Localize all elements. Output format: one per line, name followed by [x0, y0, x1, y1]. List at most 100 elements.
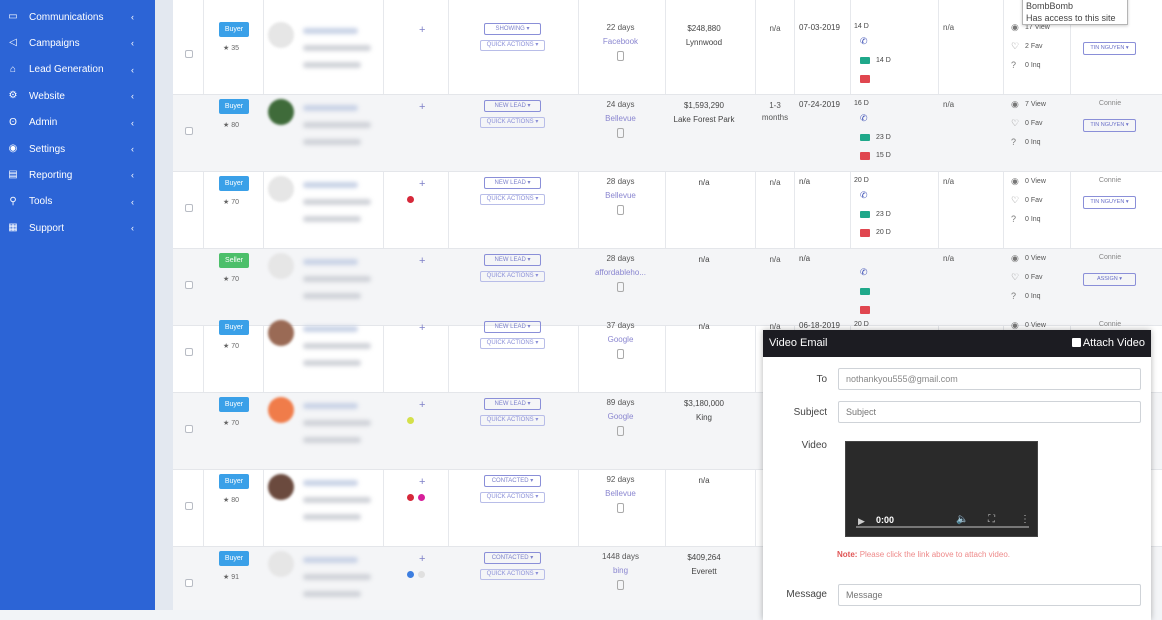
assign-agent-dropdown[interactable]: ASSIGN ▾	[1083, 273, 1136, 286]
chat-icon[interactable]	[860, 152, 870, 160]
sidebar-item-admin[interactable]: ʘ Admin ‹	[0, 110, 155, 136]
quick-actions-dropdown[interactable]: QUICK ACTIONS ▾	[480, 492, 545, 503]
lead-name-blurred[interactable]	[303, 259, 358, 265]
lead-name-blurred[interactable]	[303, 326, 358, 332]
lead-detail-blurred	[303, 216, 361, 222]
lead-score: ★ 35	[223, 45, 240, 52]
row-checkbox[interactable]	[185, 204, 193, 212]
area: Everett	[691, 567, 717, 576]
lead-name-blurred[interactable]	[303, 403, 358, 409]
add-tag-button[interactable]: +	[419, 255, 425, 267]
row-checkbox[interactable]	[185, 127, 193, 135]
lead-source[interactable]: Bellevue	[593, 114, 648, 123]
lead-source[interactable]: Facebook	[593, 37, 648, 46]
avatar	[268, 551, 294, 577]
add-tag-button[interactable]: +	[419, 24, 425, 36]
quick-actions-dropdown[interactable]: QUICK ACTIONS ▾	[480, 415, 545, 426]
sidebar-item-reporting[interactable]: ▤ Reporting ‹	[0, 162, 155, 188]
quick-actions-dropdown[interactable]: QUICK ACTIONS ▾	[480, 117, 545, 128]
more-options-icon[interactable]: ⋮	[1020, 514, 1030, 525]
row-checkbox[interactable]	[185, 579, 193, 587]
lead-source[interactable]: affordablehо...	[593, 268, 648, 277]
phone-icon[interactable]: ✆	[860, 267, 868, 278]
email-icon[interactable]	[860, 288, 870, 295]
volume-icon[interactable]: 🔈	[956, 514, 968, 525]
lead-status-dropdown[interactable]: NEW LEAD ▾	[484, 398, 541, 410]
avatar	[268, 22, 294, 48]
chat-icon[interactable]	[860, 306, 870, 314]
lead-name-blurred[interactable]	[303, 28, 358, 34]
lead-source[interactable]: bing	[593, 566, 648, 575]
row-checkbox[interactable]	[185, 348, 193, 356]
add-tag-button[interactable]: +	[419, 101, 425, 113]
sidebar-item-communications[interactable]: ▭ Communications ‹	[0, 4, 155, 30]
price-range: n/a	[698, 476, 710, 485]
fullscreen-icon[interactable]: ⛶	[988, 514, 995, 525]
tag-dot	[407, 571, 414, 578]
row-checkbox[interactable]	[185, 502, 193, 510]
quick-actions-dropdown[interactable]: QUICK ACTIONS ▾	[480, 194, 545, 205]
assign-agent-dropdown[interactable]: TIN NGUYEN ▾	[1083, 119, 1136, 132]
lead-status-dropdown[interactable]: CONTACTED ▾	[484, 552, 541, 564]
lead-age: 89 days	[606, 398, 635, 407]
quick-actions-dropdown[interactable]: QUICK ACTIONS ▾	[480, 338, 545, 349]
lead-status-dropdown[interactable]: NEW LEAD ▾	[484, 100, 541, 112]
add-tag-button[interactable]: +	[419, 553, 425, 565]
sidebar-item-settings[interactable]: ◉ Settings ‹	[0, 136, 155, 162]
lead-source[interactable]: Google	[593, 335, 648, 344]
subject-field[interactable]	[838, 401, 1141, 423]
mobile-icon	[617, 580, 624, 590]
quick-actions-dropdown[interactable]: QUICK ACTIONS ▾	[480, 569, 545, 580]
modal-header: Video Email Attach Video	[763, 330, 1151, 357]
chat-icon[interactable]	[860, 75, 870, 83]
video-email-modal: Video Email Attach Video To Subject Vide…	[763, 330, 1151, 620]
phone-icon[interactable]: ✆	[860, 190, 868, 201]
chat-icon[interactable]	[860, 229, 870, 237]
quick-actions-dropdown[interactable]: QUICK ACTIONS ▾	[480, 40, 545, 51]
sidebar-item-campaigns[interactable]: ◁ Campaigns ‹	[0, 30, 155, 56]
lead-status-dropdown[interactable]: SHOWING ▾	[484, 23, 541, 35]
lead-detail-blurred	[303, 45, 371, 51]
row-checkbox[interactable]	[185, 281, 193, 289]
message-field[interactable]	[838, 584, 1141, 606]
quick-actions-dropdown[interactable]: QUICK ACTIONS ▾	[480, 271, 545, 282]
lead-name-blurred[interactable]	[303, 480, 358, 486]
settings-icon: ◉	[8, 143, 18, 154]
to-field[interactable]	[838, 368, 1141, 390]
sidebar-item-tools[interactable]: ⚲ Tools ‹	[0, 189, 155, 215]
lead-status-dropdown[interactable]: NEW LEAD ▾	[484, 254, 541, 266]
lead-name-blurred[interactable]	[303, 182, 358, 188]
add-tag-button[interactable]: +	[419, 476, 425, 488]
sidebar-item-website[interactable]: ⚙ Website ‹	[0, 83, 155, 109]
lead-status-dropdown[interactable]: CONTACTED ▾	[484, 475, 541, 487]
email-icon[interactable]	[860, 134, 870, 141]
email-icon[interactable]	[860, 211, 870, 218]
assigned-agent-name: Connie	[1098, 254, 1122, 261]
lead-status-dropdown[interactable]: NEW LEAD ▾	[484, 177, 541, 189]
chevron-left-icon: ‹	[131, 91, 134, 102]
add-tag-button[interactable]: +	[419, 322, 425, 334]
lead-name-blurred[interactable]	[303, 557, 358, 563]
add-tag-button[interactable]: +	[419, 178, 425, 190]
phone-icon[interactable]: ✆	[860, 36, 868, 47]
lead-source[interactable]: Bellevue	[593, 191, 648, 200]
add-tag-button[interactable]: +	[419, 399, 425, 411]
video-player[interactable]: ▶ 0:00 🔈 ⛶ ⋮	[845, 441, 1038, 537]
lead-source[interactable]: Google	[593, 412, 648, 421]
video-progress-bar[interactable]	[856, 526, 1029, 528]
support-icon: ▦	[8, 222, 18, 234]
sidebar-item-lead-generation[interactable]: ⌂ Lead Generation ‹	[0, 57, 155, 83]
lead-type-badge: Buyer	[219, 22, 249, 37]
row-checkbox[interactable]	[185, 50, 193, 58]
lead-source[interactable]: Bellevue	[593, 489, 648, 498]
mobile-icon	[617, 205, 624, 215]
lead-status-dropdown[interactable]: NEW LEAD ▾	[484, 321, 541, 333]
sidebar-item-support[interactable]: ▦ Support ‹	[0, 215, 155, 241]
assign-agent-dropdown[interactable]: TIN NGUYEN ▾	[1083, 196, 1136, 209]
row-checkbox[interactable]	[185, 425, 193, 433]
email-icon[interactable]	[860, 57, 870, 64]
assign-agent-dropdown[interactable]: TIN NGUYEN ▾	[1083, 42, 1136, 55]
attach-video-button[interactable]: Attach Video	[1071, 337, 1145, 349]
lead-name-blurred[interactable]	[303, 105, 358, 111]
phone-icon[interactable]: ✆	[860, 113, 868, 124]
